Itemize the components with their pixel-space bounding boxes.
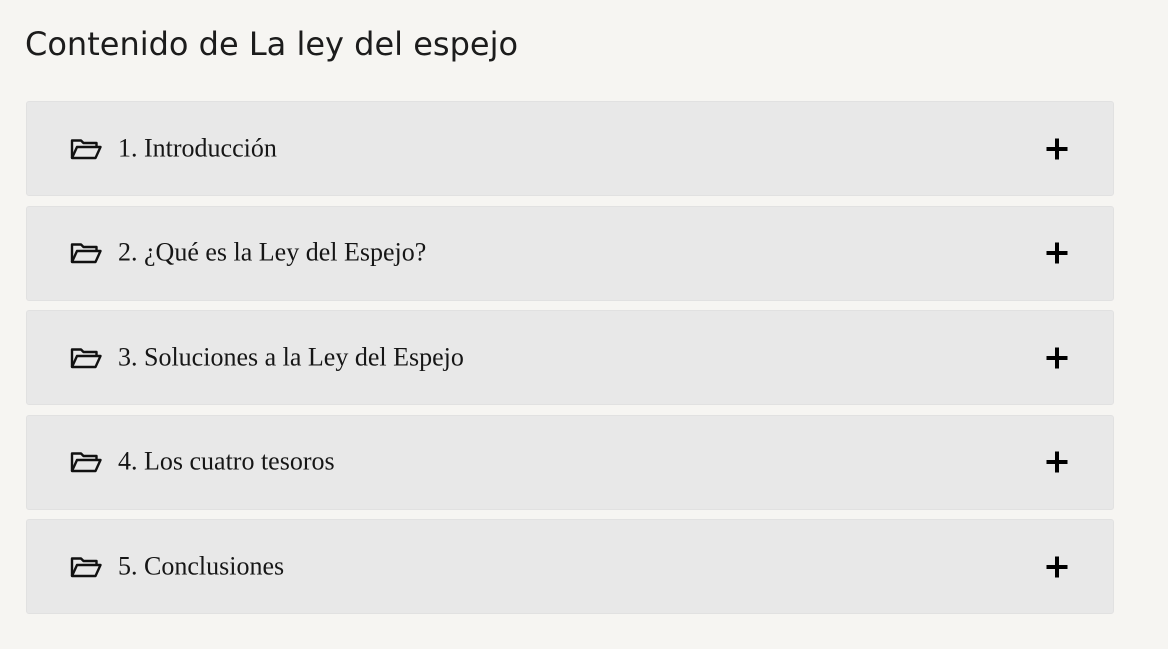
accordion-item-tesoros[interactable]: 4. Los cuatro tesoros [26, 414, 1114, 510]
page: Contenido de La ley del espejo 1. Introd… [0, 0, 1168, 649]
accordion-item-conclusiones[interactable]: 5. Conclusiones [26, 519, 1114, 615]
accordion-item-que-es[interactable]: 2. ¿Qué es la Ley del Espejo? [26, 205, 1114, 301]
folder-open-icon [70, 557, 102, 578]
plus-icon[interactable] [1045, 450, 1069, 474]
accordion-item-introduccion[interactable]: 1. Introducción [26, 101, 1114, 196]
folder-open-icon [70, 243, 102, 264]
folder-open-icon [70, 138, 102, 159]
table-of-contents-accordion: 1. Introducción 2. ¿Qué es la Ley del Es… [26, 101, 1114, 624]
folder-open-icon [70, 347, 102, 368]
accordion-item-label: 2. ¿Qué es la Ley del Espejo? [118, 237, 427, 267]
accordion-item-label: 3. Soluciones a la Ley del Espejo [118, 342, 464, 372]
page-title: Contenido de La ley del espejo [25, 25, 519, 63]
plus-icon[interactable] [1045, 555, 1069, 579]
plus-icon[interactable] [1045, 241, 1069, 265]
accordion-item-label: 4. Los cuatro tesoros [118, 446, 335, 476]
accordion-item-soluciones[interactable]: 3. Soluciones a la Ley del Espejo [26, 310, 1114, 406]
plus-icon[interactable] [1045, 346, 1069, 370]
accordion-item-label: 5. Conclusiones [118, 551, 285, 581]
folder-open-icon [70, 452, 102, 473]
plus-icon[interactable] [1045, 137, 1069, 161]
accordion-item-label: 1. Introducción [118, 132, 277, 162]
